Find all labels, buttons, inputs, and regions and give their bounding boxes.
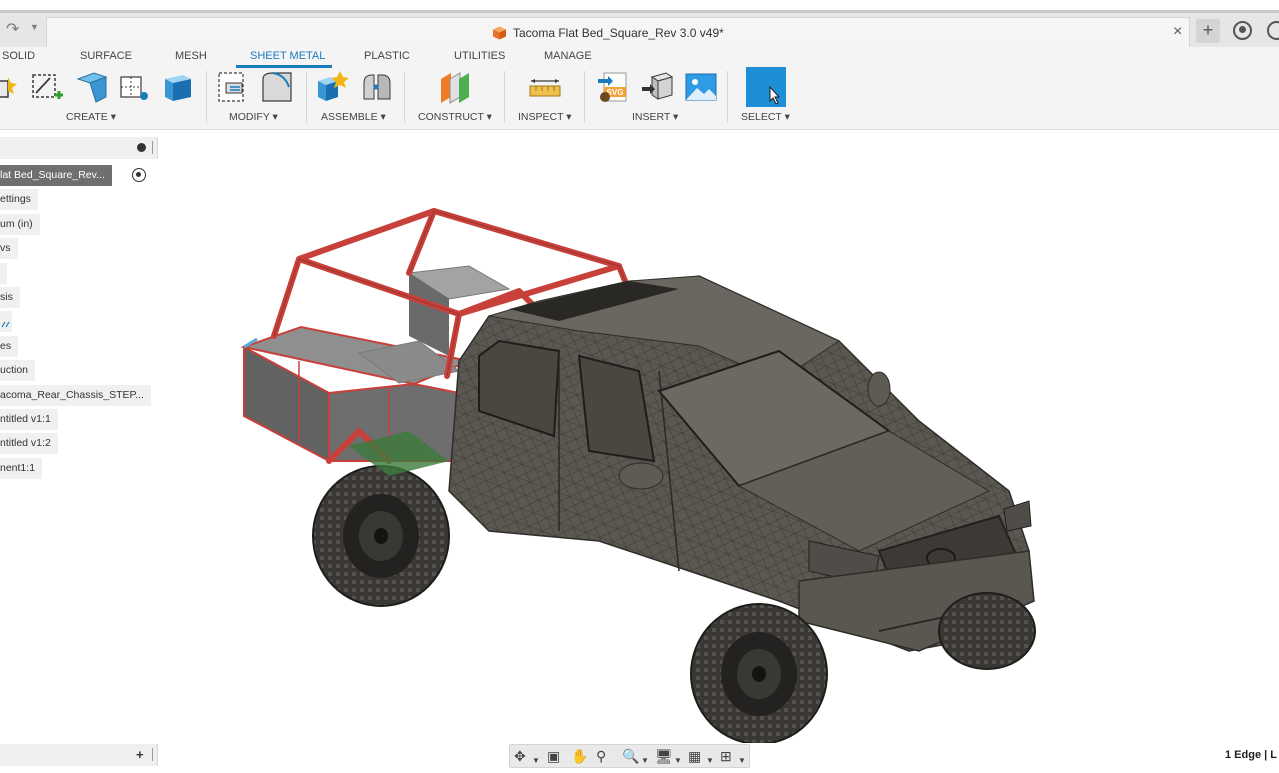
create-sketch-icon[interactable] — [30, 69, 66, 105]
assemble-group-label[interactable]: ASSEMBLE ▾ — [321, 111, 386, 123]
insert-svg-icon[interactable]: SVG — [596, 69, 632, 105]
active-tab-indicator — [236, 65, 332, 68]
tab-solid[interactable]: SOLID — [2, 50, 35, 62]
fit-dropdown-icon[interactable]: ▼ — [641, 752, 649, 769]
look-at-icon[interactable]: ▣ — [547, 748, 560, 765]
tab-utilities[interactable]: UTILITIES — [454, 50, 505, 62]
new-component-assemble-icon[interactable] — [314, 69, 350, 105]
tab-plastic[interactable]: PLASTIC — [364, 50, 410, 62]
truck-model — [240, 208, 1036, 743]
browser-item-rear-chassis[interactable]: acoma_Rear_Chassis_STEP... — [0, 385, 151, 406]
front-right-wheel — [938, 592, 1036, 670]
viewports-dropdown-icon[interactable]: ▼ — [738, 752, 746, 769]
rear-wheel — [312, 465, 450, 607]
ribbon-separator — [404, 71, 405, 123]
display-dropdown-icon[interactable]: ▼ — [674, 752, 682, 769]
document-tab-bar: ↷ ▼ Tacoma Flat Bed_Square_Rev 3.0 v49* … — [0, 13, 1279, 47]
ribbon-separator — [504, 71, 505, 123]
redo-icon[interactable]: ↷ — [6, 19, 19, 39]
extrude-icon[interactable] — [161, 69, 197, 105]
browser-header — [0, 137, 158, 159]
select-group-label[interactable]: SELECT ▾ — [741, 111, 790, 123]
browser-item-untitled-1[interactable]: ntitled v1:1 — [0, 409, 58, 430]
insert-canvas-icon[interactable] — [683, 69, 719, 105]
panel-divider — [152, 141, 153, 154]
document-tab[interactable]: Tacoma Flat Bed_Square_Rev 3.0 v49* × — [46, 17, 1190, 47]
construct-group-label[interactable]: CONSTRUCT ▾ — [418, 111, 492, 123]
browser-item-analysis[interactable]: sis — [0, 287, 20, 308]
insert-group-label[interactable]: INSERT ▾ — [632, 111, 678, 123]
browser-item-views[interactable]: vs — [0, 238, 18, 259]
browser-item-construction[interactable]: uction — [0, 360, 36, 381]
browser-item-bodies[interactable]: es — [0, 336, 19, 357]
tab-manage[interactable]: MANAGE — [544, 50, 592, 62]
grid-icon[interactable]: ▦ — [688, 748, 701, 765]
joint-icon — [1, 321, 10, 328]
add-comment-icon[interactable]: + — [136, 747, 144, 762]
unfold-icon[interactable] — [216, 69, 252, 105]
browser-item-units[interactable]: um (in) — [0, 214, 40, 235]
job-status-icon[interactable] — [1267, 21, 1279, 40]
selection-status: 1 Edge | L — [1225, 749, 1277, 761]
browser-item-component1[interactable]: nent1:1 — [0, 458, 43, 479]
front-wheel — [690, 603, 828, 743]
orbit-icon[interactable]: ✥ — [514, 748, 526, 765]
new-tab-button[interactable]: + — [1196, 19, 1220, 43]
pan-icon[interactable]: ✋ — [571, 748, 588, 765]
browser-item-untitled-2[interactable]: ntitled v1:2 — [0, 433, 58, 454]
insert-mesh-icon[interactable] — [640, 69, 676, 105]
tab-surface[interactable]: SURFACE — [80, 50, 132, 62]
tab-mesh[interactable]: MESH — [175, 50, 207, 62]
collapse-browser-icon[interactable] — [137, 143, 146, 152]
panel-divider — [152, 748, 153, 761]
redo-dropdown-icon[interactable]: ▼ — [30, 22, 39, 32]
activate-radio-icon[interactable] — [132, 168, 146, 182]
new-component-icon[interactable] — [0, 69, 20, 105]
document-cube-icon — [493, 26, 506, 40]
close-tab-icon[interactable]: × — [1173, 23, 1182, 41]
display-settings-icon[interactable]: 🖥 — [655, 748, 673, 765]
browser-root-item[interactable]: lat Bed_Square_Rev... — [0, 165, 112, 186]
create-group-label[interactable]: CREATE ▾ — [66, 111, 116, 123]
ribbon-separator — [206, 71, 207, 123]
ribbon-separator — [727, 71, 728, 123]
ribbon-separator — [306, 71, 307, 123]
3d-viewport[interactable] — [159, 131, 1279, 743]
ribbon-separator — [584, 71, 585, 123]
flange-icon[interactable] — [74, 69, 110, 105]
viewports-icon[interactable]: ⊞ — [720, 748, 732, 765]
extensions-icon[interactable] — [1233, 21, 1252, 40]
browser-item-origin[interactable] — [0, 263, 7, 284]
fit-icon[interactable]: 🔍 — [622, 748, 639, 765]
joint-icon[interactable] — [358, 69, 394, 105]
window-top-edge — [0, 0, 1279, 13]
zoom-icon[interactable]: ⚲ — [596, 748, 606, 765]
browser-item-settings[interactable]: ettings — [0, 189, 38, 210]
select-icon[interactable] — [746, 67, 786, 107]
navigation-toolbar: ✥ ▼ ▣ ✋ ⚲ 🔍 ▼ 🖥 ▼ ▦ ▼ ⊞ ▼ — [509, 744, 750, 768]
tab-sheet-metal[interactable]: SHEET METAL — [250, 50, 325, 62]
offset-plane-icon[interactable] — [437, 69, 473, 105]
sheet-metal-rule-icon[interactable] — [116, 69, 152, 105]
modify-group-label[interactable]: MODIFY ▾ — [229, 111, 278, 123]
grid-dropdown-icon[interactable]: ▼ — [706, 752, 714, 769]
inspect-group-label[interactable]: INSPECT ▾ — [518, 111, 572, 123]
measure-icon[interactable] — [527, 69, 563, 105]
fillet-icon[interactable] — [259, 69, 295, 105]
document-title: Tacoma Flat Bed_Square_Rev 3.0 v49* — [513, 26, 724, 40]
comments-panel-header: + — [0, 744, 158, 766]
orbit-dropdown-icon[interactable]: ▼ — [532, 752, 540, 769]
toolbar-ribbon: SOLID SURFACE MESH SHEET METAL PLASTIC U… — [0, 47, 1279, 130]
fusion-window: ↷ ▼ Tacoma Flat Bed_Square_Rev 3.0 v49* … — [0, 0, 1279, 773]
